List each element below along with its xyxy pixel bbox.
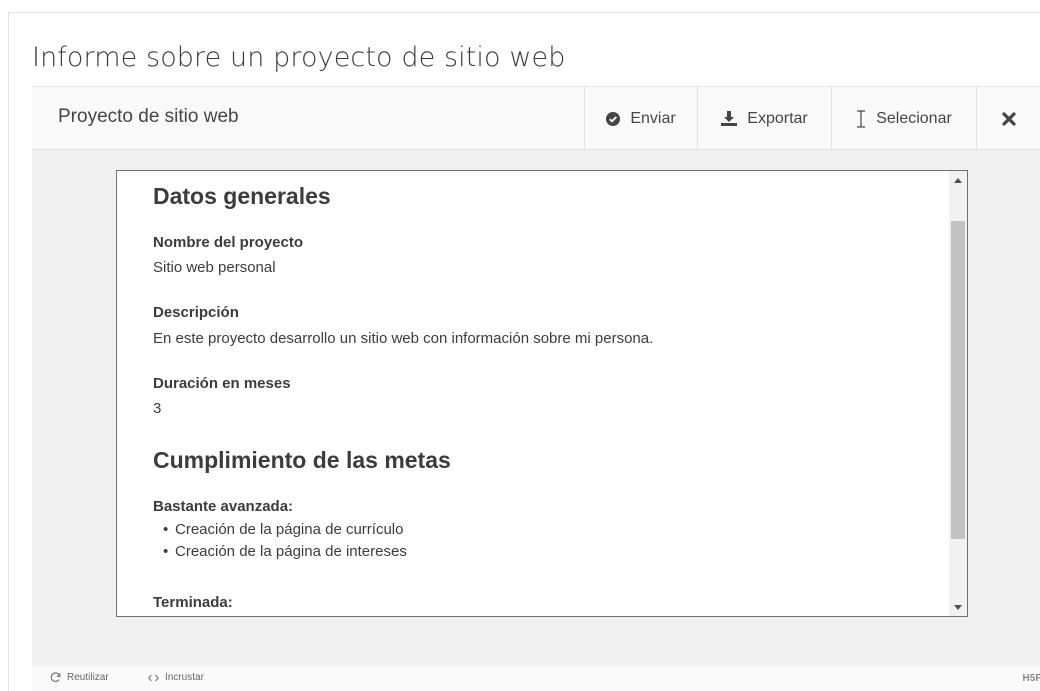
scroll-thumb[interactable]	[951, 221, 965, 539]
field-label: Nombre del proyecto	[153, 234, 304, 251]
close-button[interactable]	[976, 87, 1040, 150]
section-heading: Datos generales	[153, 183, 331, 209]
reuse-link[interactable]: Reutilizar	[50, 672, 109, 683]
report-box[interactable]: Datos generales Nombre del proyecto Siti…	[116, 170, 968, 617]
field-value: En este proyecto desarrollo un sitio web…	[153, 330, 654, 347]
embed-label: Incrustar	[165, 672, 204, 683]
h5p-footer: Reutilizar Incrustar H5P	[32, 666, 1040, 691]
report-toolbar: Proyecto de sitio web Enviar Exportar Se…	[32, 86, 1040, 150]
scroll-up-arrow-icon[interactable]	[949, 171, 967, 189]
enviar-label: Enviar	[630, 109, 676, 127]
group-label: Terminada:	[153, 594, 233, 611]
check-circle-icon	[606, 111, 621, 126]
embed-link[interactable]: Incrustar	[148, 672, 204, 683]
field-value: 3	[153, 400, 162, 417]
exportar-label: Exportar	[747, 109, 808, 127]
field-value: Sitio web personal	[153, 259, 276, 276]
close-icon	[1001, 111, 1016, 126]
selecionar-button[interactable]: Selecionar	[831, 87, 976, 150]
refresh-icon	[50, 672, 61, 683]
list-item: Creación de la página de currículo	[153, 519, 407, 541]
page-title: Informe sobre un proyecto de sitio web	[32, 42, 566, 73]
h5p-logo[interactable]: H5P	[1023, 673, 1040, 684]
field-label: Duración en meses	[153, 375, 291, 392]
toolbar-title: Proyecto de sitio web	[58, 106, 239, 127]
list-item: Creación de la página de intereses	[153, 541, 407, 563]
goal-list: Creación de la página de currículo Creac…	[153, 519, 407, 563]
selecionar-label: Selecionar	[876, 109, 952, 127]
report-content-area: Datos generales Nombre del proyecto Siti…	[32, 150, 1040, 666]
report-scrollbar[interactable]	[949, 171, 967, 616]
download-icon	[721, 111, 738, 126]
section-heading: Cumplimiento de las metas	[153, 447, 451, 473]
exportar-button[interactable]: Exportar	[697, 87, 831, 150]
text-cursor-icon	[856, 109, 866, 128]
field-label: Descripción	[153, 304, 239, 321]
reuse-label: Reutilizar	[67, 672, 109, 683]
enviar-button[interactable]: Enviar	[584, 87, 697, 150]
scroll-down-arrow-icon[interactable]	[949, 598, 967, 616]
group-label: Bastante avanzada:	[153, 498, 294, 515]
code-icon	[148, 674, 159, 682]
